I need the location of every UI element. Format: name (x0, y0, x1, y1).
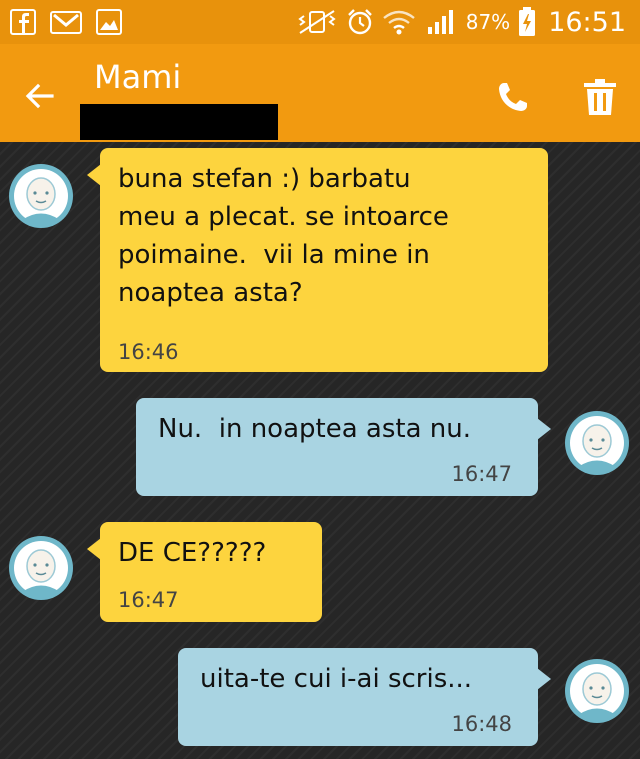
message-time: 16:46 (118, 340, 179, 364)
status-right: 87% 16:51 (296, 0, 626, 44)
message-bubble-incoming[interactable]: DE CE????? 16:47 (87, 522, 322, 622)
clock: 16:51 (548, 6, 626, 38)
signal-icon (427, 10, 453, 34)
battery-charging-icon (519, 7, 536, 36)
message-text: buna stefan :) barbatu meu a plecat. se … (118, 164, 449, 308)
my-avatar-icon[interactable] (564, 410, 630, 476)
contact-avatar-icon[interactable] (8, 535, 74, 601)
message-time: 16:47 (451, 462, 512, 486)
message-text: Nu. in noaptea asta nu. (158, 414, 471, 444)
gmail-icon (50, 11, 82, 34)
message-text: DE CE????? (118, 538, 267, 568)
contact-name: Mami (94, 58, 182, 96)
wifi-icon (382, 10, 415, 35)
alarm-icon (347, 9, 372, 35)
vibrate-icon (298, 10, 336, 34)
facebook-icon (10, 9, 36, 35)
message-bubble-outgoing[interactable]: uita-te cui i-ai scris... 16:48 (178, 648, 551, 746)
my-avatar-icon[interactable] (564, 658, 630, 724)
message-bubble-incoming[interactable]: buna stefan :) barbatu meu a plecat. se … (87, 148, 548, 372)
message-bubble-outgoing[interactable]: Nu. in noaptea asta nu. 16:47 (136, 398, 551, 496)
message-time: 16:48 (451, 712, 512, 736)
gallery-icon (96, 9, 122, 35)
app-bar: Mami (0, 44, 640, 142)
arrow-left-icon[interactable] (22, 78, 58, 114)
redacted-phone-number (80, 104, 278, 140)
contact-avatar-icon[interactable] (8, 163, 74, 229)
message-text: uita-te cui i-ai scris... (200, 664, 473, 694)
phone-icon[interactable] (496, 80, 530, 114)
trash-icon[interactable] (582, 78, 618, 116)
message-time: 16:47 (118, 588, 179, 612)
battery-percent: 87% (465, 10, 511, 34)
status-bar: 87% 16:51 (0, 0, 640, 44)
